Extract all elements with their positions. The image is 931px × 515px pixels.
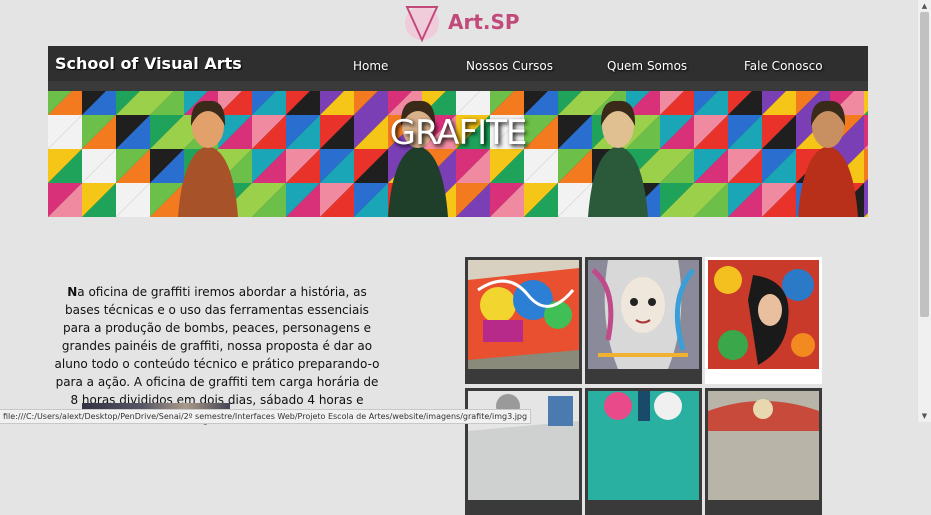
scroll-down-arrow-icon[interactable]: ▼ <box>918 410 931 422</box>
graffiti-image-2 <box>588 260 699 369</box>
site-logo[interactable]: Art.SP <box>402 2 522 44</box>
banner-title: GRAFITE <box>389 113 528 153</box>
gallery-thumb-4[interactable] <box>465 388 582 515</box>
description-lead-letter: N <box>67 285 78 299</box>
graffiti-image-1 <box>468 260 579 369</box>
gallery-thumb-6[interactable] <box>705 388 822 515</box>
graffiti-image-5 <box>588 391 699 500</box>
scroll-up-arrow-icon[interactable]: ▲ <box>918 0 931 12</box>
graffiti-image-6 <box>708 391 819 500</box>
gallery-thumb-3[interactable] <box>705 257 822 384</box>
brand-title[interactable]: School of Visual Arts <box>55 54 242 73</box>
nav-item-home[interactable]: Home <box>353 59 388 73</box>
graffiti-image-3 <box>708 260 819 369</box>
gallery-thumb-2[interactable] <box>585 257 702 384</box>
scrollbar-thumb[interactable] <box>920 12 929 317</box>
logo-triangle-icon <box>405 6 439 43</box>
gallery-thumb-1[interactable] <box>465 257 582 384</box>
nav-item-quem-somos[interactable]: Quem Somos <box>607 59 687 73</box>
vertical-scrollbar[interactable]: ▲ ▼ <box>917 0 931 422</box>
navbar: School of Visual Arts Home Nossos Cursos… <box>48 46 868 81</box>
nav-item-fale-conosco[interactable]: Fale Conosco <box>744 59 823 73</box>
hero-banner: GRAFITE <box>48 81 868 217</box>
gallery-thumb-5[interactable] <box>585 388 702 515</box>
graffiti-image-4 <box>468 391 579 500</box>
nav-item-nossos-cursos[interactable]: Nossos Cursos <box>466 59 553 73</box>
logo-text: Art.SP <box>448 10 520 34</box>
